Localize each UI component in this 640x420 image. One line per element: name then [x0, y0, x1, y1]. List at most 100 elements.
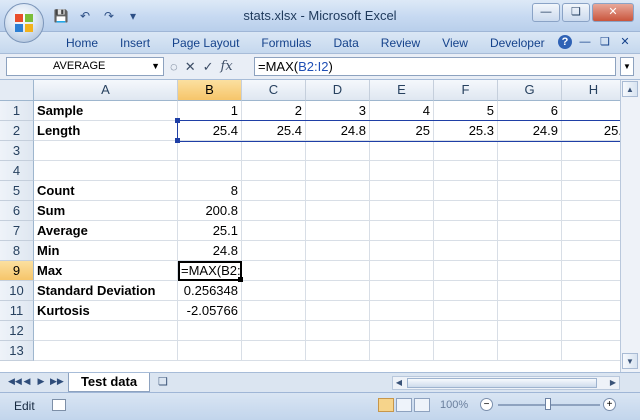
cell-g5[interactable] [498, 181, 562, 201]
cell-d10[interactable] [306, 281, 370, 301]
cell-a13[interactable] [34, 341, 178, 361]
cell-e4[interactable] [370, 161, 434, 181]
cell-g4[interactable] [498, 161, 562, 181]
row-header-4[interactable]: 4 [0, 161, 34, 181]
cell-h2[interactable]: 25. [562, 121, 620, 141]
row-header-6[interactable]: 6 [0, 201, 34, 221]
cell-e6[interactable] [370, 201, 434, 221]
cell-e9[interactable] [370, 261, 434, 281]
cell-g2[interactable]: 24.9 [498, 121, 562, 141]
cell-c6[interactable] [242, 201, 306, 221]
prev-sheet-icon[interactable]: ◀ [22, 376, 32, 387]
tab-view[interactable]: View [431, 36, 479, 50]
cell-g10[interactable] [498, 281, 562, 301]
zoom-in-icon[interactable]: + [603, 398, 616, 411]
cell-d7[interactable] [306, 221, 370, 241]
cell-b11[interactable]: -2.05766 [178, 301, 242, 321]
cell-g8[interactable] [498, 241, 562, 261]
cell-c2[interactable]: 25.4 [242, 121, 306, 141]
cell-h12[interactable] [562, 321, 620, 341]
next-sheet-icon[interactable]: ▶ [36, 376, 46, 387]
column-header-a[interactable]: A [34, 80, 178, 101]
cell-g11[interactable] [498, 301, 562, 321]
cell-g7[interactable] [498, 221, 562, 241]
cell-a2[interactable]: Length [34, 121, 178, 141]
fill-handle[interactable] [238, 277, 243, 282]
cell-a6[interactable]: Sum [34, 201, 178, 221]
cell-a7[interactable]: Average [34, 221, 178, 241]
cell-a5[interactable]: Count [34, 181, 178, 201]
column-header-f[interactable]: F [434, 80, 498, 101]
cell-e11[interactable] [370, 301, 434, 321]
cell-g13[interactable] [498, 341, 562, 361]
tab-developer[interactable]: Developer [479, 36, 556, 50]
cell-d8[interactable] [306, 241, 370, 261]
cell-d3[interactable] [306, 141, 370, 161]
cell-h9[interactable] [562, 261, 620, 281]
close-icon[interactable]: ✕ [592, 3, 634, 22]
cancel-icon[interactable]: ✕ [185, 59, 196, 75]
zoom-level[interactable]: 100% [440, 399, 468, 411]
cell-f4[interactable] [434, 161, 498, 181]
cell-f9[interactable] [434, 261, 498, 281]
minimize-workbook-icon[interactable]: — [578, 35, 592, 49]
cell-d12[interactable] [306, 321, 370, 341]
cell-e5[interactable] [370, 181, 434, 201]
enter-icon[interactable]: ✓ [203, 59, 214, 75]
cell-c3[interactable] [242, 141, 306, 161]
cell-f10[interactable] [434, 281, 498, 301]
insert-function-icon[interactable]: fx [221, 59, 233, 74]
cell-f11[interactable] [434, 301, 498, 321]
cell-h4[interactable] [562, 161, 620, 181]
chevron-down-icon[interactable]: ▼ [151, 58, 160, 75]
cell-b2[interactable]: 25.4 [178, 121, 242, 141]
cell-e7[interactable] [370, 221, 434, 241]
cell-b12[interactable] [178, 321, 242, 341]
column-header-d[interactable]: D [306, 80, 370, 101]
cell-g1[interactable]: 6 [498, 101, 562, 121]
cell-f8[interactable] [434, 241, 498, 261]
cell-b3[interactable] [178, 141, 242, 161]
first-sheet-icon[interactable]: ◀◀ [8, 376, 22, 387]
cell-a8[interactable]: Min [34, 241, 178, 261]
cell-a11[interactable]: Kurtosis [34, 301, 178, 321]
tab-data[interactable]: Data [322, 36, 369, 50]
cell-h7[interactable] [562, 221, 620, 241]
minimize-icon[interactable]: — [532, 3, 560, 22]
row-header-1[interactable]: 1 [0, 101, 34, 121]
page-break-view-icon[interactable] [414, 398, 430, 412]
scroll-up-icon[interactable]: ▲ [622, 81, 638, 97]
cell-e1[interactable]: 4 [370, 101, 434, 121]
cell-e2[interactable]: 25 [370, 121, 434, 141]
cell-d1[interactable]: 3 [306, 101, 370, 121]
cell-f13[interactable] [434, 341, 498, 361]
zoom-out-icon[interactable]: − [480, 398, 493, 411]
cell-a1[interactable]: Sample [34, 101, 178, 121]
cell-d13[interactable] [306, 341, 370, 361]
cell-b6[interactable]: 200.8 [178, 201, 242, 221]
help-icon[interactable]: ? [558, 35, 572, 49]
horizontal-scrollbar[interactable]: ◀ ▶ [392, 376, 620, 390]
cell-e10[interactable] [370, 281, 434, 301]
expand-formula-bar-icon[interactable]: ▼ [620, 57, 634, 76]
row-header-7[interactable]: 7 [0, 221, 34, 241]
scroll-down-icon[interactable]: ▼ [622, 353, 638, 369]
cell-c10[interactable] [242, 281, 306, 301]
column-header-g[interactable]: G [498, 80, 562, 101]
cell-h6[interactable] [562, 201, 620, 221]
cell-g3[interactable] [498, 141, 562, 161]
cell-h5[interactable] [562, 181, 620, 201]
tab-insert[interactable]: Insert [109, 36, 161, 50]
cell-d4[interactable] [306, 161, 370, 181]
macro-recording-icon[interactable] [52, 399, 66, 411]
active-cell-editor[interactable]: =MAX(B2: [178, 261, 242, 281]
cell-d5[interactable] [306, 181, 370, 201]
cell-h10[interactable] [562, 281, 620, 301]
range-handle[interactable] [175, 118, 180, 123]
cell-e12[interactable] [370, 321, 434, 341]
cell-e3[interactable] [370, 141, 434, 161]
cell-c8[interactable] [242, 241, 306, 261]
sheet-tab-test-data[interactable]: Test data [68, 373, 150, 392]
cell-c13[interactable] [242, 341, 306, 361]
restore-icon[interactable]: ❏ [562, 3, 590, 22]
